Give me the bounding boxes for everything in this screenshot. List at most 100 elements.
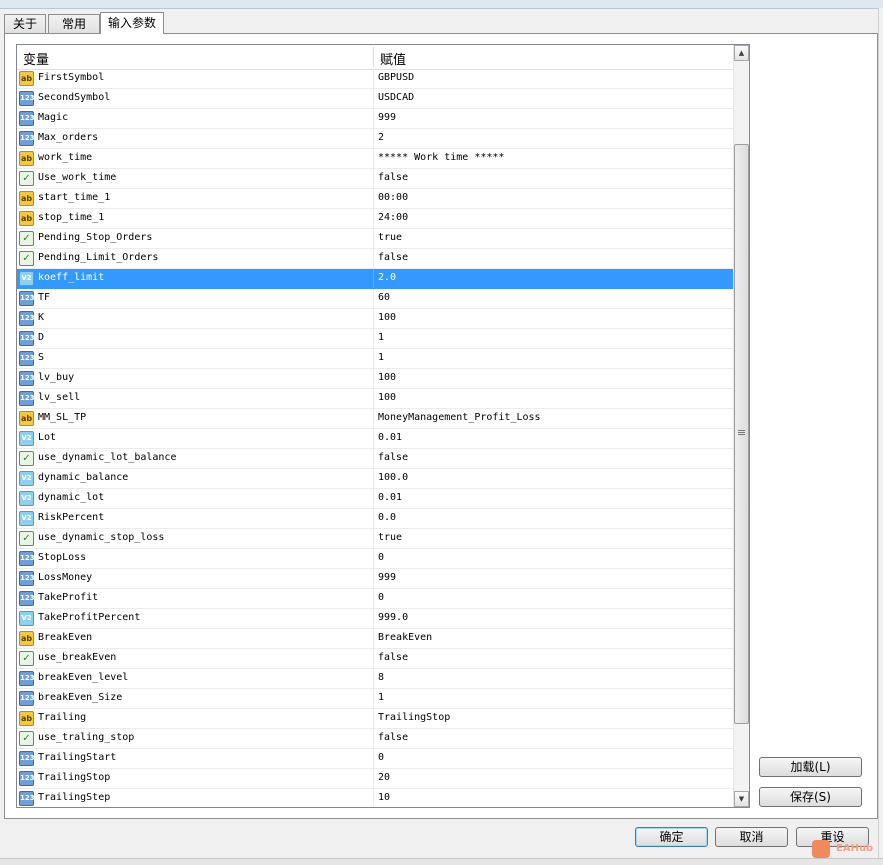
variable-cell[interactable]: 123 TrailingStart xyxy=(17,749,374,768)
table-row[interactable]: 123 Magic 999 xyxy=(17,109,733,129)
variable-cell[interactable]: ab Trailing xyxy=(17,709,374,728)
value-cell[interactable]: 0.0 xyxy=(374,509,733,528)
variable-cell[interactable]: ✓ use_traling_stop xyxy=(17,729,374,748)
table-row[interactable]: ✓ use_dynamic_lot_balance false xyxy=(17,449,733,469)
table-row[interactable]: ✓ Pending_Stop_Orders true xyxy=(17,229,733,249)
variable-cell[interactable]: ab MM_SL_TP xyxy=(17,409,374,428)
table-row[interactable]: V2 dynamic_lot 0.01 xyxy=(17,489,733,509)
value-cell[interactable]: false xyxy=(374,449,733,468)
variable-cell[interactable]: 123 S xyxy=(17,349,374,368)
variable-cell[interactable]: 123 K xyxy=(17,309,374,328)
variable-cell[interactable]: V2 dynamic_balance xyxy=(17,469,374,488)
value-cell[interactable]: 999.0 xyxy=(374,609,733,628)
variable-cell[interactable]: ✓ use_dynamic_stop_loss xyxy=(17,529,374,548)
table-row[interactable]: ✓ use_traling_stop false xyxy=(17,729,733,749)
column-divider[interactable] xyxy=(373,47,374,67)
value-cell[interactable]: 10 xyxy=(374,789,733,807)
table-row[interactable]: 123 TakeProfit 0 xyxy=(17,589,733,609)
table-row[interactable]: ab Trailing TrailingStop xyxy=(17,709,733,729)
variable-cell[interactable]: ✓ use_breakEven xyxy=(17,649,374,668)
variable-cell[interactable]: ab stop_time_1 xyxy=(17,209,374,228)
table-row[interactable]: ab start_time_1 00:00 xyxy=(17,189,733,209)
variable-cell[interactable]: V2 Lot xyxy=(17,429,374,448)
variable-cell[interactable]: 123 Max_orders xyxy=(17,129,374,148)
value-cell[interactable]: MoneyManagement_Profit_Loss xyxy=(374,409,733,428)
table-row[interactable]: V2 dynamic_balance 100.0 xyxy=(17,469,733,489)
table-row[interactable]: 123 breakEven_Size 1 xyxy=(17,689,733,709)
cancel-button[interactable]: 取消 xyxy=(715,827,788,847)
value-cell[interactable]: 0 xyxy=(374,549,733,568)
table-row[interactable]: 123 TrailingStop 20 xyxy=(17,769,733,789)
value-cell[interactable]: 2.0 xyxy=(374,269,733,288)
table-row[interactable]: 123 D 1 xyxy=(17,329,733,349)
value-cell[interactable]: false xyxy=(374,169,733,188)
column-header-value[interactable]: 赋值 xyxy=(380,49,406,68)
tab-inputs[interactable]: 输入参数 xyxy=(100,12,164,34)
table-row[interactable]: ✓ Pending_Limit_Orders false xyxy=(17,249,733,269)
variable-cell[interactable]: ab FirstSymbol xyxy=(17,69,374,88)
table-row[interactable]: ✓ Use_work_time false xyxy=(17,169,733,189)
variable-cell[interactable]: V2 RiskPercent xyxy=(17,509,374,528)
table-row[interactable]: 123 lv_buy 100 xyxy=(17,369,733,389)
value-cell[interactable]: ***** Work time ***** xyxy=(374,149,733,168)
value-cell[interactable]: 999 xyxy=(374,109,733,128)
table-row[interactable]: ab stop_time_1 24:00 xyxy=(17,209,733,229)
value-cell[interactable]: 0 xyxy=(374,749,733,768)
table-row[interactable]: ✓ use_breakEven false xyxy=(17,649,733,669)
variable-cell[interactable]: 123 StopLoss xyxy=(17,549,374,568)
variable-cell[interactable]: 123 TakeProfit xyxy=(17,589,374,608)
variable-cell[interactable]: V2 koeff_limit xyxy=(17,269,374,288)
table-row[interactable]: ✓ use_dynamic_stop_loss true xyxy=(17,529,733,549)
table-row[interactable]: ab FirstSymbol GBPUSD xyxy=(17,69,733,89)
tab-common[interactable]: 常用 xyxy=(48,14,100,33)
scroll-down-button[interactable]: ▼ xyxy=(734,791,749,807)
variable-cell[interactable]: 123 LossMoney xyxy=(17,569,374,588)
variable-cell[interactable]: 123 TF xyxy=(17,289,374,308)
variable-cell[interactable]: ✓ Use_work_time xyxy=(17,169,374,188)
value-cell[interactable]: true xyxy=(374,229,733,248)
variable-cell[interactable]: 123 TrailingStop xyxy=(17,769,374,788)
table-row[interactable]: 123 SecondSymbol USDCAD xyxy=(17,89,733,109)
value-cell[interactable]: 100 xyxy=(374,389,733,408)
ok-button[interactable]: 确定 xyxy=(635,827,708,847)
save-button[interactable]: 保存(S) xyxy=(759,787,862,807)
table-row[interactable]: V2 koeff_limit 2.0 xyxy=(17,269,733,289)
vertical-scrollbar[interactable]: ▲ ▼ xyxy=(733,45,749,807)
table-row[interactable]: 123 breakEven_level 8 xyxy=(17,669,733,689)
value-cell[interactable]: 8 xyxy=(374,669,733,688)
variable-cell[interactable]: V2 TakeProfitPercent xyxy=(17,609,374,628)
table-row[interactable]: 123 LossMoney 999 xyxy=(17,569,733,589)
variable-cell[interactable]: ab start_time_1 xyxy=(17,189,374,208)
value-cell[interactable]: USDCAD xyxy=(374,89,733,108)
value-cell[interactable]: 999 xyxy=(374,569,733,588)
value-cell[interactable]: 1 xyxy=(374,349,733,368)
table-row[interactable]: 123 lv_sell 100 xyxy=(17,389,733,409)
value-cell[interactable]: false xyxy=(374,649,733,668)
variable-cell[interactable]: 123 breakEven_level xyxy=(17,669,374,688)
value-cell[interactable]: 60 xyxy=(374,289,733,308)
value-cell[interactable]: 24:00 xyxy=(374,209,733,228)
value-cell[interactable]: TrailingStop xyxy=(374,709,733,728)
table-row[interactable]: 123 TF 60 xyxy=(17,289,733,309)
value-cell[interactable]: 0.01 xyxy=(374,429,733,448)
column-header-variable[interactable]: 变量 xyxy=(23,49,49,68)
value-cell[interactable]: BreakEven xyxy=(374,629,733,648)
tab-about[interactable]: 关于 xyxy=(4,14,46,33)
value-cell[interactable]: 100 xyxy=(374,369,733,388)
variable-cell[interactable]: V2 dynamic_lot xyxy=(17,489,374,508)
value-cell[interactable]: false xyxy=(374,249,733,268)
table-row[interactable]: 123 S 1 xyxy=(17,349,733,369)
variable-cell[interactable]: ✓ Pending_Stop_Orders xyxy=(17,229,374,248)
value-cell[interactable]: 0.01 xyxy=(374,489,733,508)
value-cell[interactable]: 0 xyxy=(374,589,733,608)
table-row[interactable]: 123 K 100 xyxy=(17,309,733,329)
variable-cell[interactable]: 123 lv_sell xyxy=(17,389,374,408)
variable-cell[interactable]: ✓ use_dynamic_lot_balance xyxy=(17,449,374,468)
variable-cell[interactable]: 123 lv_buy xyxy=(17,369,374,388)
variable-cell[interactable]: 123 TrailingStep xyxy=(17,789,374,807)
table-row[interactable]: ab work_time ***** Work time ***** xyxy=(17,149,733,169)
table-row[interactable]: V2 TakeProfitPercent 999.0 xyxy=(17,609,733,629)
value-cell[interactable]: 100 xyxy=(374,309,733,328)
scroll-thumb[interactable] xyxy=(734,144,749,724)
scroll-up-button[interactable]: ▲ xyxy=(734,45,749,61)
